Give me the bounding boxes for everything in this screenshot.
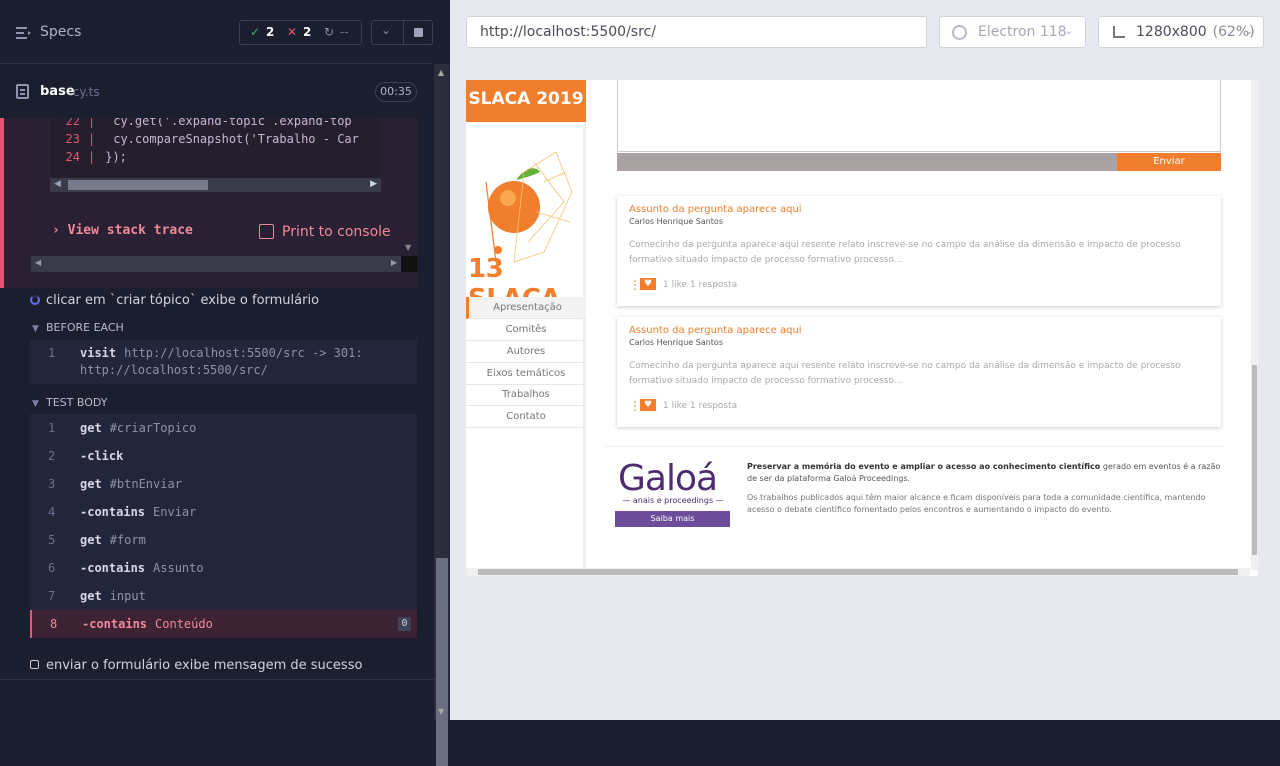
code-line: 23 | cy.compareSnapshot('Trabalho - Car	[65, 132, 359, 146]
heart-icon[interactable]: ♥	[640, 278, 656, 290]
command-row[interactable]: 5 get #form	[30, 526, 417, 554]
question-textarea[interactable]	[617, 80, 1221, 152]
command-row[interactable]: 7 get input	[30, 582, 417, 610]
app-vertical-scrollbar[interactable]	[1251, 80, 1258, 570]
test-body-commands: 1 get #criarTopico 2 -click 3 get #btnEnviar …	[30, 414, 417, 638]
saiba-mais-button[interactable]: Saiba mais	[615, 511, 730, 527]
chevron-down-icon: ▼	[32, 399, 39, 409]
check-icon: ✓	[250, 25, 261, 39]
browser-selector[interactable]: Electron 118 ⌄	[939, 16, 1086, 48]
error-vertical-scrollbar[interactable]: ▼	[401, 118, 417, 256]
retry-count-badge: 0	[398, 617, 411, 631]
nav-autores[interactable]: Autores	[466, 341, 586, 363]
spec-file-row: base .cy.ts 00:35	[0, 74, 432, 110]
ruler-icon	[1113, 26, 1125, 38]
send-button[interactable]: Enviar	[1117, 153, 1221, 171]
code-line: 24 |});	[65, 150, 127, 164]
specs-list-icon[interactable]	[16, 26, 32, 40]
failed-count: 2	[303, 25, 312, 39]
reporter-vertical-scrollbar[interactable]: ▲ ▼	[434, 64, 450, 766]
question-stats: 1 like 1 resposta	[663, 280, 738, 290]
question-stats: 1 like 1 resposta	[663, 401, 738, 411]
question-title[interactable]: Assunto da pergunta aparece aqui	[629, 204, 802, 215]
galoa-logo: Galoá	[618, 458, 718, 499]
nav-eixos-tematicos[interactable]: Eixos temáticos	[466, 363, 586, 385]
app-under-test: SLACA 2019 13 SLACA Apresentação Comitês…	[466, 80, 1258, 576]
form-footer-bar	[617, 153, 1117, 171]
x-icon: ✕	[287, 25, 298, 39]
chevron-down-icon[interactable]: ⌄	[381, 23, 391, 37]
nav-trabalhos[interactable]: Trabalhos	[466, 384, 586, 406]
duration-badge: 00:35	[375, 82, 417, 102]
footer-text: Preservar a memória do evento e ampliar …	[747, 462, 1221, 483]
test-title-running[interactable]: clicar em `criar tópico` exibe o formulá…	[30, 293, 319, 308]
event-title: SLACA 2019	[466, 80, 586, 122]
reporter-header: Specs ✓ 2 ✕ 2 ↻ -- ⌄	[0, 0, 433, 64]
test-title-pending[interactable]: enviar o formulário exibe mensagem de su…	[30, 658, 362, 673]
test-body-header[interactable]: ▼ TEST BODY	[32, 396, 107, 409]
nav-apresentacao[interactable]: Apresentação	[466, 297, 586, 319]
question-title[interactable]: Assunto da pergunta aparece aqui	[629, 325, 802, 336]
command-row[interactable]: 1 get #criarTopico	[30, 414, 417, 442]
before-each-header[interactable]: ▼ BEFORE EACH	[32, 321, 124, 334]
spec-file-ext: .cy.ts	[69, 85, 100, 99]
question-excerpt: Comecinho da pergunta aparece aqui resen…	[629, 361, 1181, 386]
file-icon	[16, 84, 29, 99]
code-horizontal-scrollbar[interactable]: ◀ ▶	[50, 178, 381, 192]
electron-icon	[952, 25, 967, 40]
app-horizontal-scrollbar[interactable]	[466, 568, 1250, 576]
print-icon	[259, 224, 274, 239]
question-card[interactable]: Assunto da pergunta aparece aqui Carlos …	[617, 196, 1221, 306]
code-frame: 22 | cy.get('.expand-topic .expand-top 23 |…	[50, 118, 381, 178]
specs-title[interactable]: Specs	[40, 24, 81, 40]
nav-contato[interactable]: Contato	[466, 406, 586, 428]
pending-count: --	[340, 25, 349, 39]
pending-icon: ↻	[324, 25, 335, 39]
chevron-down-icon: ▼	[32, 324, 39, 334]
stop-icon[interactable]	[414, 28, 423, 37]
command-row[interactable]: 2 -click	[30, 442, 417, 470]
passed-count: 2	[266, 25, 275, 39]
chevron-down-icon: ⌄	[1244, 26, 1253, 37]
command-row[interactable]: 1 visit http://localhost:5500/src -> 301:…	[30, 340, 417, 384]
cypress-reporter: Specs ✓ 2 ✕ 2 ↻ -- ⌄ base .cy.ts 00:35 2…	[0, 0, 450, 766]
error-horizontal-scrollbar[interactable]: ◀ ▶	[31, 256, 401, 272]
code-line: 22 | cy.get('.expand-topic .expand-top	[65, 118, 352, 128]
galoa-tagline: — anais e proceedings —	[622, 496, 724, 505]
question-excerpt: Comecinho da pergunta aparece aqui resen…	[629, 240, 1181, 265]
question-card[interactable]: Assunto da pergunta aparece aqui Carlos …	[617, 317, 1221, 427]
spinner-icon	[30, 295, 40, 305]
command-row[interactable]: 6 -contains Assunto	[30, 554, 417, 582]
command-row-failed[interactable]: 8 -contains Conteúdo 0	[30, 610, 417, 638]
command-row[interactable]: 3 get #btnEnviar	[30, 470, 417, 498]
question-author: Carlos Henrique Santos	[629, 338, 723, 347]
url-bar[interactable]: http://localhost:5500/src/	[466, 16, 927, 48]
question-author: Carlos Henrique Santos	[629, 217, 723, 226]
command-row[interactable]: 4 -contains Enviar	[30, 498, 417, 526]
chevron-down-icon: ⌄	[1064, 26, 1073, 37]
app-preview-pane: http://localhost:5500/src/ Electron 118 …	[450, 0, 1280, 720]
view-stack-trace-button[interactable]: › View stack trace	[52, 223, 193, 238]
app-sidebar: SLACA 2019 13 SLACA Apresentação Comitês…	[466, 80, 586, 570]
run-controls: ⌄	[371, 20, 433, 45]
before-each-commands: 1 visit http://localhost:5500/src -> 301:…	[30, 340, 417, 384]
print-to-console-button[interactable]: Print to console	[282, 224, 391, 240]
checkbox-icon	[30, 660, 39, 669]
test-stats: ✓ 2 ✕ 2 ↻ --	[239, 20, 362, 45]
footer-text-secondary: Os trabalhos publicados aqui têm maior a…	[747, 493, 1206, 514]
viewport-selector[interactable]: 1280x800 (62%) ⌄	[1098, 16, 1264, 48]
nav-comites[interactable]: Comitês	[466, 319, 586, 341]
heart-icon[interactable]: ♥	[640, 399, 656, 411]
